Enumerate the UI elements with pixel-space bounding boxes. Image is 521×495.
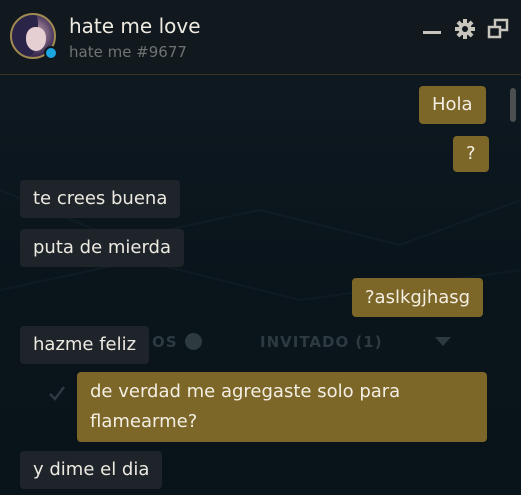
message-incoming[interactable]: te crees buena: [20, 180, 181, 218]
contact-name: hate me love: [69, 14, 201, 38]
avatar[interactable]: [8, 11, 58, 61]
chat-window: OS INVITADO (1) hate me love hate me #96…: [0, 0, 521, 495]
popout-button[interactable]: [487, 18, 509, 40]
ghost-info-icon: [185, 333, 202, 350]
gear-icon: [455, 19, 475, 39]
settings-button[interactable]: [454, 18, 476, 40]
message-outgoing[interactable]: ?: [453, 136, 489, 172]
chat-header: hate me love hate me #9677: [0, 0, 521, 75]
message-incoming[interactable]: y dime el dia: [20, 451, 163, 489]
message-outgoing[interactable]: ?aslkgjhasg: [352, 278, 484, 317]
ghost-invited-label: INVITADO (1): [260, 333, 383, 351]
ghost-caret-icon: [435, 337, 451, 346]
message-incoming[interactable]: puta de mierda: [20, 229, 185, 267]
message-incoming[interactable]: hazme feliz: [20, 326, 150, 364]
chat-scrollbar[interactable]: [510, 88, 516, 122]
minimize-icon: [423, 31, 441, 34]
minimize-button[interactable]: [421, 18, 443, 40]
message-outgoing[interactable]: de verdad me agregaste solo para flamear…: [77, 372, 487, 442]
ghost-section-label: OS: [152, 333, 178, 351]
popout-icon: [487, 18, 509, 39]
online-status-icon: [44, 46, 58, 60]
ghost-check-icon: [49, 386, 65, 401]
contact-tag: hate me #9677: [69, 43, 187, 61]
message-outgoing[interactable]: Hola: [419, 86, 486, 124]
